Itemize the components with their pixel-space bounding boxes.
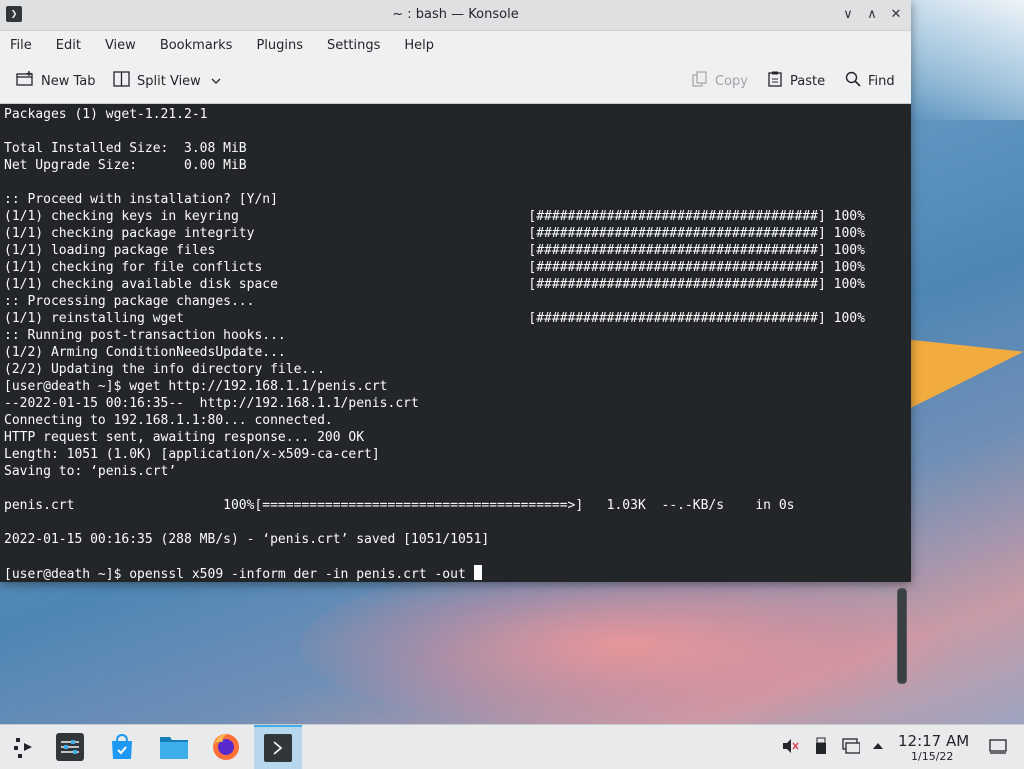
copy-icon	[692, 71, 708, 91]
search-icon	[845, 71, 861, 91]
volume-muted-icon[interactable]	[781, 737, 799, 759]
text-cursor	[473, 565, 482, 580]
terminal-line: (1/2) Arming ConditionNeedsUpdate...	[4, 345, 286, 360]
terminal-scrollbar[interactable]	[897, 588, 907, 684]
chevron-down-icon[interactable]	[211, 74, 221, 89]
split-view-button[interactable]: Split View	[113, 71, 221, 91]
find-label: Find	[868, 73, 895, 89]
terminal-line: :: Proceed with installation? [Y/n]	[4, 192, 278, 207]
menu-bookmarks[interactable]: Bookmarks	[160, 38, 233, 53]
system-tray-expand-icon[interactable]	[872, 737, 884, 759]
terminal-line: 2022-01-15 00:16:35 (288 MB/s) - ‘penis.…	[4, 532, 490, 547]
wallpaper-glow	[300, 560, 950, 730]
maximize-icon[interactable]: ∧	[862, 5, 882, 25]
terminal-output[interactable]: Packages (1) wget-1.21.2-1 Total Installe…	[0, 104, 911, 684]
system-settings-icon[interactable]	[51, 729, 89, 765]
menu-settings[interactable]: Settings	[327, 38, 380, 53]
terminal-line: Saving to: ‘penis.crt’	[4, 464, 177, 479]
clock-date[interactable]: 1/15/22	[911, 750, 953, 763]
terminal-line: Length: 1051 (1.0K) [application/x-x509-…	[4, 447, 380, 462]
terminal-line: (2/2) Updating the info directory file..…	[4, 362, 325, 377]
new-tab-button[interactable]: New Tab	[16, 71, 96, 91]
terminal-line: penis.crt 100%[=========================…	[4, 498, 795, 513]
clock-time[interactable]: 12:17 AM	[898, 732, 969, 750]
terminal-line: (1/1) checking for file conflicts [#####…	[4, 260, 865, 275]
file-manager-icon[interactable]	[155, 729, 193, 765]
title-bar[interactable]: ❯ ~ : bash — Konsole ∨ ∧ ✕	[0, 0, 911, 31]
terminal-prompt-line[interactable]: [user@death ~]$ openssl x509 -inform der…	[4, 565, 482, 582]
terminal-line: :: Processing package changes...	[4, 294, 255, 309]
new-tab-icon	[16, 71, 34, 91]
copy-label: Copy	[715, 73, 748, 89]
terminal-line: --2022-01-15 00:16:35-- http://192.168.1…	[4, 396, 419, 411]
menu-plugins[interactable]: Plugins	[256, 38, 303, 53]
terminal-line: (1/1) loading package files [###########…	[4, 243, 865, 258]
terminal-line: (1/1) checking available disk space [###…	[4, 277, 865, 292]
find-button[interactable]: Find	[845, 71, 895, 91]
terminal-line: (1/1) checking package integrity [######…	[4, 226, 865, 241]
terminal-line: Connecting to 192.168.1.1:80... connecte…	[4, 413, 333, 428]
terminal-line: Net Upgrade Size: 0.00 MiB	[4, 158, 247, 173]
terminal-line: (1/1) reinstalling wget [###############…	[4, 311, 865, 326]
firefox-icon[interactable]	[207, 729, 245, 765]
paste-button[interactable]: Paste	[767, 71, 825, 91]
copy-button[interactable]: Copy	[692, 71, 748, 91]
network-icon[interactable]	[842, 737, 861, 759]
terminal-line: :: Running post-transaction hooks...	[4, 328, 286, 343]
terminal-line: (1/1) checking keys in keyring [########…	[4, 209, 865, 224]
konsole-taskbar-icon[interactable]	[254, 725, 302, 769]
taskbar: 12:17 AM 1/15/22	[0, 724, 1024, 769]
menu-edit[interactable]: Edit	[56, 38, 81, 53]
toolbar: New Tab Split View Copy Paste Find	[0, 59, 911, 104]
wallpaper-shape	[900, 321, 1024, 409]
application-launcher-icon[interactable]	[4, 729, 42, 765]
terminal-line: Packages (1) wget-1.21.2-1	[4, 107, 208, 122]
paste-label: Paste	[790, 73, 826, 89]
device-notifier-icon[interactable]	[814, 737, 828, 759]
split-view-label: Split View	[137, 73, 201, 89]
close-icon[interactable]: ✕	[886, 5, 906, 25]
show-desktop-icon[interactable]	[989, 737, 1007, 759]
new-tab-label: New Tab	[41, 73, 96, 89]
terminal-line: HTTP request sent, awaiting response... …	[4, 430, 365, 445]
paste-icon	[767, 71, 783, 91]
window-title: ~ : bash — Konsole	[392, 7, 519, 22]
menu-help[interactable]: Help	[404, 38, 434, 53]
minimize-icon[interactable]: ∨	[838, 5, 858, 25]
wallpaper-highlight	[910, 0, 1024, 120]
menu-view[interactable]: View	[105, 38, 136, 53]
menu-bar: File Edit View Bookmarks Plugins Setting…	[0, 31, 911, 59]
split-view-icon	[113, 71, 130, 91]
terminal-line: [user@death ~]$ wget http://192.168.1.1/…	[4, 379, 388, 394]
prompt-text: [user@death ~]$ openssl x509 -inform der…	[4, 567, 474, 582]
terminal-line: Total Installed Size: 3.08 MiB	[4, 141, 247, 156]
discover-store-icon[interactable]	[103, 729, 141, 765]
konsole-window: ❯ ~ : bash — Konsole ∨ ∧ ✕ File Edit Vie…	[0, 0, 911, 684]
menu-file[interactable]: File	[10, 38, 32, 53]
